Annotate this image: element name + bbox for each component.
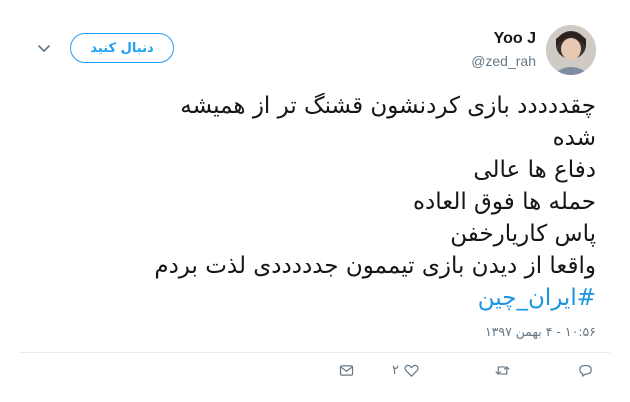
chevron-down-icon[interactable] bbox=[36, 40, 52, 56]
tweet-line: چقددددد بازی کردنشون قشنگ تر از همیشه bbox=[180, 93, 596, 119]
tweet-card: Yoo J @zed_rah دنبال کنید چقددددد بازی ک… bbox=[0, 0, 630, 402]
hashtag-link[interactable]: #ایران_چین bbox=[36, 282, 596, 314]
tweet-line: دفاع ها عالی bbox=[473, 157, 596, 183]
avatar-image bbox=[546, 25, 596, 75]
tweet-line: پاس کاریارخفن bbox=[450, 221, 596, 247]
display-name[interactable]: Yoo J bbox=[494, 30, 536, 48]
envelope-icon bbox=[339, 364, 354, 376]
divider bbox=[20, 352, 610, 353]
avatar[interactable] bbox=[546, 25, 596, 75]
reply-icon bbox=[579, 364, 592, 377]
reply-button[interactable] bbox=[577, 360, 594, 380]
tweet-line: حمله ها فوق العاده bbox=[412, 189, 596, 215]
tweet-text: چقددددد بازی کردنشون قشنگ تر از همیشه شد… bbox=[36, 90, 596, 314]
like-button[interactable]: ۲ bbox=[392, 360, 420, 380]
user-handle[interactable]: @zed_rah bbox=[471, 53, 536, 69]
like-count: ۲ bbox=[392, 362, 399, 378]
tweet-timestamp[interactable]: ۱۰:۵۶ - ۴ بهمن ۱۳۹۷ bbox=[485, 324, 596, 339]
retweet-button[interactable] bbox=[494, 360, 511, 380]
heart-icon bbox=[404, 364, 419, 377]
retweet-icon bbox=[495, 365, 510, 375]
tweet-line: شده bbox=[552, 125, 596, 151]
follow-button[interactable]: دنبال کنید bbox=[70, 33, 174, 63]
tweet-line: واقعا از دیدن بازی تیممون جدددددی لذت بر… bbox=[154, 253, 596, 279]
message-button[interactable] bbox=[338, 360, 355, 380]
